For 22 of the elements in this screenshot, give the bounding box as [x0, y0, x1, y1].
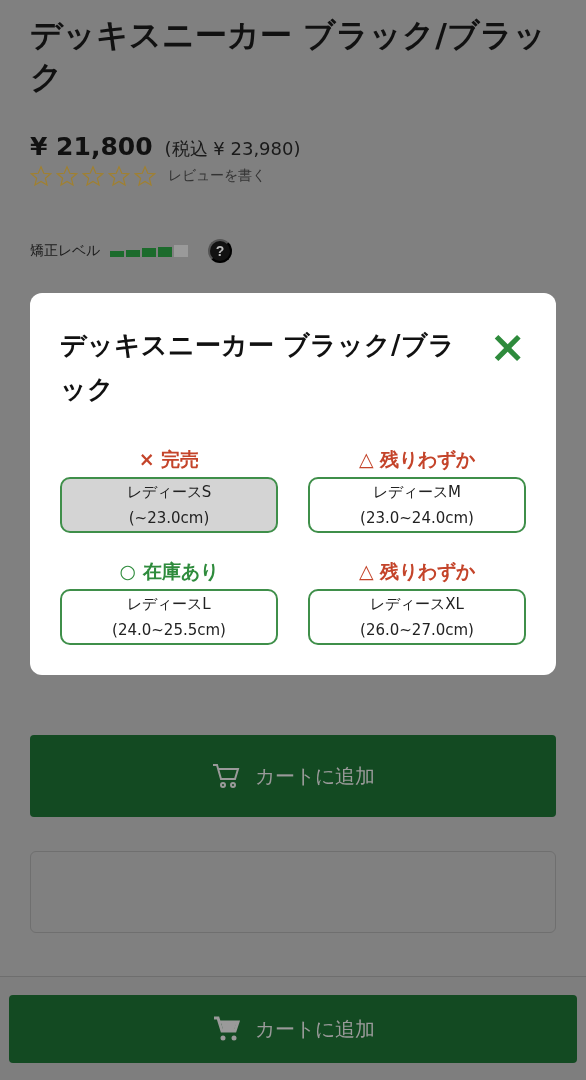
stock-status: △ 残りわずか [358, 447, 476, 472]
star-icon [30, 165, 52, 187]
star-icon [56, 165, 78, 187]
star-icon [108, 165, 130, 187]
cart-icon [211, 761, 241, 791]
price: ¥ 21,800 [30, 132, 153, 161]
star-icon [82, 165, 104, 187]
size-option[interactable]: レディースL (24.0~25.5cm) [60, 589, 278, 645]
size-option[interactable]: レディースM (23.0~24.0cm) [308, 477, 526, 533]
dialog-title: デッキスニーカー ブラック/ブラック [60, 329, 456, 406]
star-icon [134, 165, 156, 187]
size-option[interactable]: レディースXL (26.0~27.0cm) [308, 589, 526, 645]
correction-level-label: 矯正レベル [30, 242, 100, 260]
tax-included-price: (税込 ¥ 23,980) [164, 137, 301, 161]
stock-status: ○ 在庫あり [119, 559, 219, 584]
add-to-cart-button[interactable]: カートに追加 [9, 995, 577, 1063]
close-button[interactable]: × [489, 329, 526, 365]
stock-status: × 完売 [138, 447, 200, 472]
add-to-cart-button[interactable]: カートに追加 [30, 735, 556, 817]
help-button[interactable]: ? [208, 239, 232, 263]
product-title: デッキスニーカー ブラック/ブラック [30, 15, 547, 98]
stock-status: △ 残りわずか [358, 559, 476, 584]
